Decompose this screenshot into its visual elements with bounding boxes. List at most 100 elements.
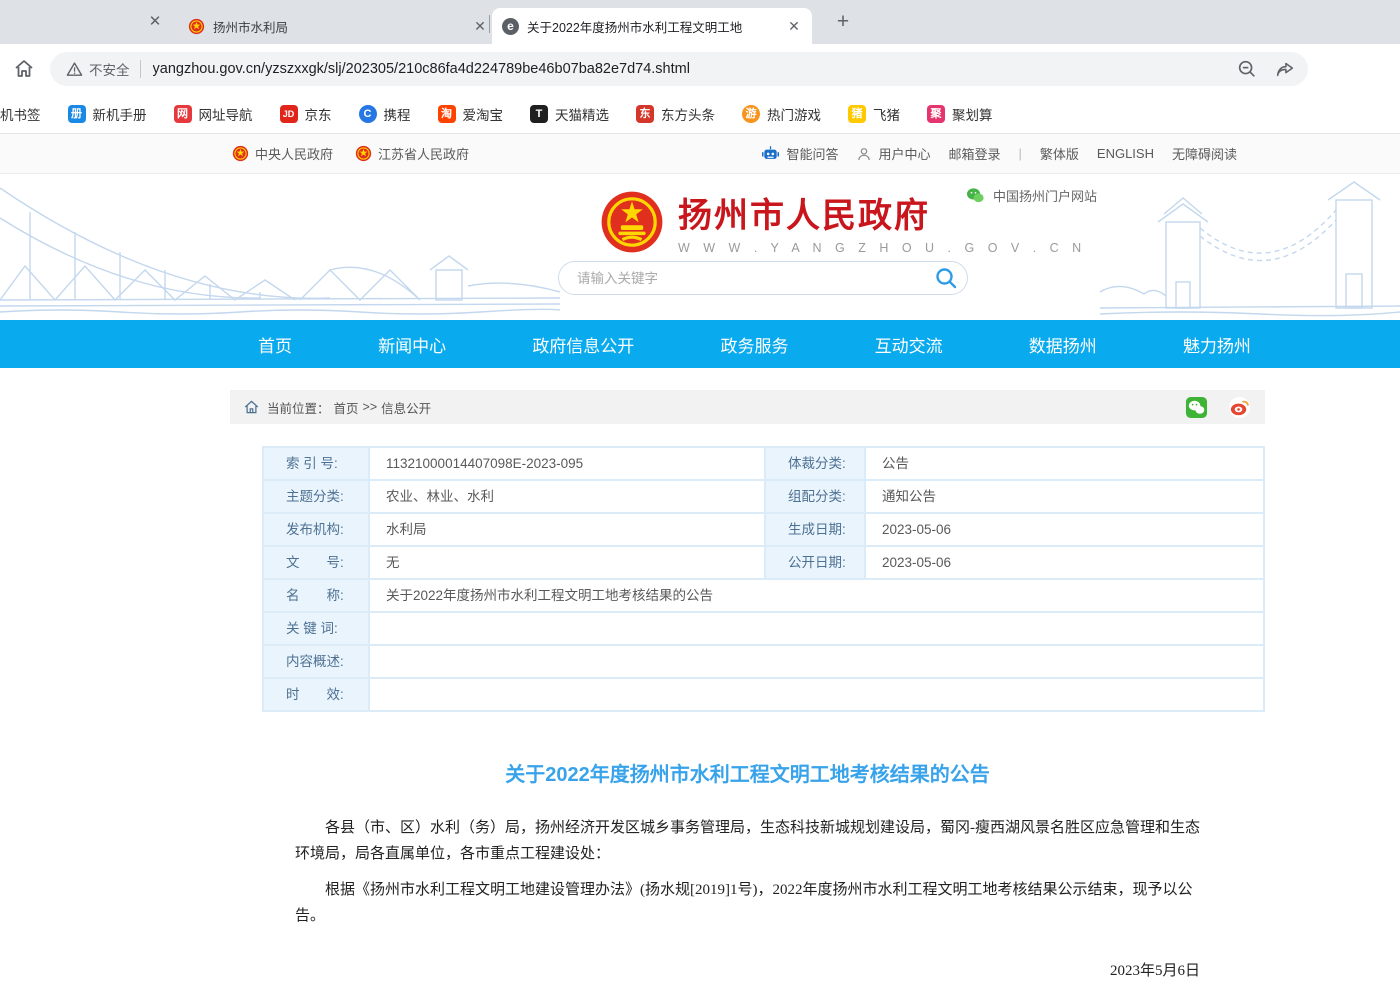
zoom-out-icon[interactable] [1236, 58, 1258, 80]
site-search [558, 261, 968, 295]
bookmark-label: 聚划算 [952, 104, 993, 124]
nav-item-data[interactable]: 数据扬州 [1023, 332, 1103, 357]
bookmark-icon: 册 [68, 105, 86, 123]
article-body: 关于2022年度扬州市水利工程文明工地考核结果的公告 各县（市、区）水利（务）局… [230, 758, 1265, 997]
link-label: 中央人民政府 [255, 144, 333, 163]
bookmark-eastday[interactable]: 东 东方头条 [636, 104, 715, 124]
bookmark-new-phone-manual[interactable]: 册 新机手册 [68, 104, 147, 124]
browser-toolbar: 不安全 yangzhou.gov.cn/yzszxxgk/slj/202305/… [0, 44, 1400, 94]
meta-value-group: 通知公告 [865, 480, 1264, 513]
divider: | [1019, 146, 1022, 161]
user-center-link[interactable]: 用户中心 [856, 144, 930, 163]
site-url: W W W . Y A N G Z H O U . G O V . C N [678, 241, 1086, 255]
new-tab-button[interactable]: + [830, 10, 856, 36]
link-label: 邮箱登录 [948, 144, 1000, 163]
mail-login-link[interactable]: 邮箱登录 [948, 144, 1000, 163]
traditional-chinese-link[interactable]: 繁体版 [1040, 144, 1079, 163]
breadcrumb-separator: >> [363, 400, 378, 414]
meta-label: 公开日期: [765, 546, 865, 579]
bookmark-icon: 猪 [848, 105, 866, 123]
bookmark-label: 爱淘宝 [463, 104, 504, 124]
meta-value-genre: 公告 [865, 447, 1264, 480]
nav-item-info-disclosure[interactable]: 政府信息公开 [526, 332, 640, 357]
meta-value-doc-number: 无 [369, 546, 765, 579]
nav-item-interaction[interactable]: 互动交流 [869, 332, 949, 357]
weibo-share-icon[interactable] [1228, 396, 1251, 419]
link-jiangsu-gov[interactable]: 江苏省人民政府 [355, 144, 469, 163]
meta-label: 文 号: [263, 546, 369, 579]
link-label: 无障碍阅读 [1172, 144, 1237, 163]
bookmark-label: 新机手册 [93, 104, 147, 124]
bookmark-label: 网址导航 [199, 104, 253, 124]
national-emblem-icon [188, 18, 205, 35]
meta-label: 名 称: [263, 579, 369, 612]
address-bar[interactable]: 不安全 yangzhou.gov.cn/yzszxxgk/slj/202305/… [50, 52, 1308, 86]
meta-label: 发布机构: [263, 513, 369, 546]
share-icon[interactable] [1274, 58, 1296, 80]
national-emblem-icon [232, 145, 249, 162]
english-link[interactable]: ENGLISH [1097, 146, 1154, 161]
nav-item-services[interactable]: 政务服务 [714, 332, 794, 357]
link-label: ENGLISH [1097, 146, 1154, 161]
accessibility-link[interactable]: 无障碍阅读 [1172, 144, 1237, 163]
breadcrumb-current[interactable]: 信息公开 [381, 398, 431, 417]
breadcrumb-home-link[interactable]: 首页 [334, 398, 359, 417]
bookmark-jd[interactable]: JD 京东 [280, 104, 332, 124]
nav-item-news[interactable]: 新闻中心 [372, 332, 452, 357]
bookmark-aitaobao[interactable]: 淘 爱淘宝 [438, 104, 504, 124]
meta-label: 主题分类: [263, 480, 369, 513]
meta-value-public-date: 2023-05-06 [865, 546, 1264, 579]
security-label: 不安全 [89, 59, 130, 79]
table-row: 名 称: 关于2022年度扬州市水利工程文明工地考核结果的公告 [263, 579, 1264, 612]
bookmark-label: 携程 [384, 104, 411, 124]
wechat-share-icon[interactable] [1185, 396, 1208, 419]
close-icon[interactable]: ✕ [784, 16, 804, 36]
table-row: 主题分类: 农业、林业、水利 组配分类: 通知公告 [263, 480, 1264, 513]
bookmark-label: 飞猪 [873, 104, 900, 124]
bookmark-fliggy[interactable]: 猪 飞猪 [848, 104, 900, 124]
link-label: 智能问答 [786, 144, 838, 163]
tab-title: 关于2022年度扬州市水利工程文明工地 [527, 17, 778, 36]
breadcrumb: 当前位置： 首页 >> 信息公开 [230, 390, 1265, 424]
url-text[interactable]: yangzhou.gov.cn/yzszxxgk/slj/202305/210c… [153, 61, 1221, 77]
search-button[interactable] [931, 263, 961, 293]
meta-label: 内容概述: [263, 645, 369, 678]
smart-qa-link[interactable]: 智能问答 [761, 144, 838, 163]
bookmark-icon: T [530, 105, 548, 123]
meta-value-created-date: 2023-05-06 [865, 513, 1264, 546]
search-input[interactable] [577, 271, 931, 286]
meta-label: 组配分类: [765, 480, 865, 513]
meta-value-keywords [369, 612, 1264, 645]
national-emblem-icon [600, 190, 664, 254]
home-icon[interactable] [12, 57, 36, 81]
tab-active-announcement[interactable]: e 关于2022年度扬州市水利工程文明工地 ✕ [492, 8, 812, 44]
chip-divider [140, 60, 141, 78]
close-icon[interactable]: ✕ [470, 16, 490, 36]
bridge-artwork-left [0, 174, 560, 320]
meta-value-agency: 水利局 [369, 513, 765, 546]
bookmark-ctrip[interactable]: C 携程 [359, 104, 411, 124]
close-icon[interactable]: ✕ [144, 11, 166, 33]
bookmark-label: 东方头条 [661, 104, 715, 124]
bookmark-juhuasuan[interactable]: 聚 聚划算 [927, 104, 993, 124]
nav-item-home[interactable]: 首页 [252, 332, 298, 357]
security-chip[interactable]: 不安全 [62, 59, 140, 79]
bookmark-hot-games[interactable]: 游 热门游戏 [742, 104, 821, 124]
tab-yangzhou-water-bureau[interactable]: 扬州市水利局 ✕ [178, 8, 490, 44]
bridge-artwork-right [1100, 174, 1400, 320]
bookmark-icon: 游 [742, 105, 760, 123]
gov-top-bar: 中央人民政府 江苏省人民政府 智能问答 [0, 134, 1400, 174]
warning-triangle-icon [66, 61, 83, 78]
bookmark-phone-bookmarks[interactable]: 机书签 [0, 104, 41, 124]
link-central-gov[interactable]: 中央人民政府 [232, 144, 333, 163]
nav-item-charm[interactable]: 魅力扬州 [1177, 332, 1257, 357]
bookmark-tmall[interactable]: T 天猫精选 [530, 104, 609, 124]
bookmark-site-navigation[interactable]: 网 网址导航 [174, 104, 253, 124]
home-icon [244, 400, 259, 414]
portal-wechat-link[interactable]: 中国扬州门户网站 [966, 186, 1097, 205]
meta-label: 索 引 号: [263, 447, 369, 480]
link-label: 繁体版 [1040, 144, 1079, 163]
bookmark-icon: 东 [636, 105, 654, 123]
bookmark-icon: 聚 [927, 105, 945, 123]
link-label: 用户中心 [878, 144, 930, 163]
